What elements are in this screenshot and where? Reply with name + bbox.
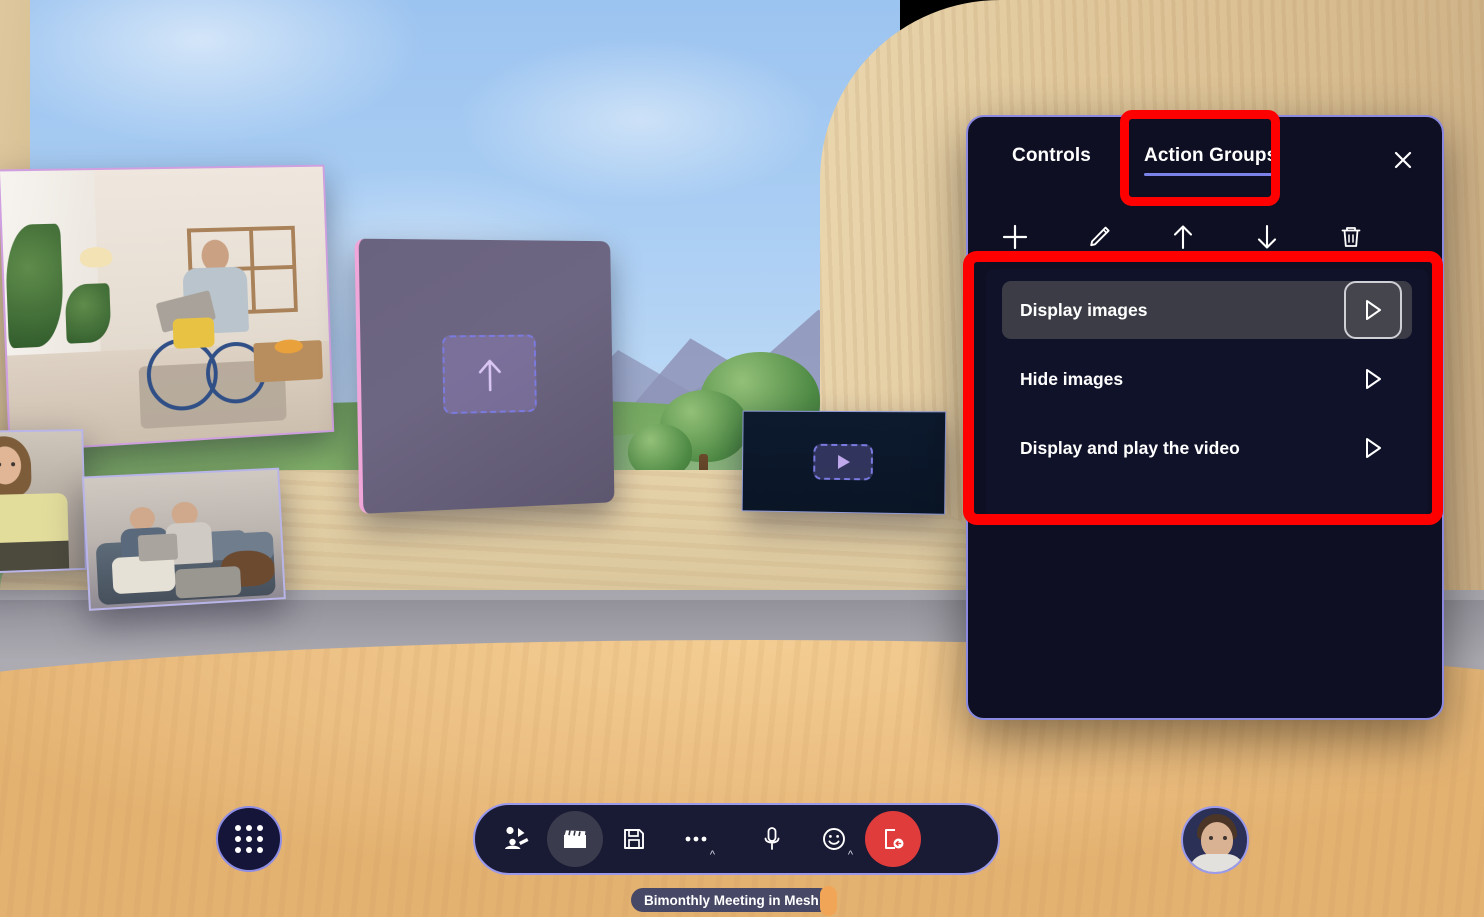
save-button[interactable] <box>603 811 665 867</box>
meeting-title-label: Bimonthly Meeting in Mesh <box>644 892 819 908</box>
clapperboard-icon <box>564 830 586 848</box>
panel-tab-bar: Controls Action Groups <box>968 117 1442 205</box>
tab-action-groups-label: Action Groups <box>1144 145 1278 166</box>
action-groups-list: Display images Hide images Display and p… <box>986 269 1428 517</box>
microphone-button[interactable] <box>741 811 803 867</box>
arrow-down-icon <box>1257 224 1277 249</box>
ellipsis-icon <box>685 836 707 842</box>
tab-controls[interactable]: Controls <box>1012 145 1091 176</box>
arrow-up-icon <box>475 354 505 395</box>
chevron-up-icon: ^ <box>847 849 853 861</box>
play-icon <box>1366 369 1381 389</box>
plus-icon <box>1002 224 1028 250</box>
action-group-label: Hide images <box>1020 368 1124 389</box>
avatar-button[interactable] <box>1181 806 1249 874</box>
photo-content-woman <box>0 431 85 573</box>
leave-door-icon <box>885 829 904 849</box>
action-group-play-button[interactable] <box>1344 281 1402 339</box>
reactions-button[interactable]: ^ <box>803 811 865 867</box>
meeting-status-indicator <box>820 886 837 916</box>
action-group-row[interactable]: Hide images <box>1002 350 1412 408</box>
action-group-row[interactable]: Display and play the video <box>1002 419 1412 477</box>
screen-share-dropzone[interactable] <box>442 334 537 415</box>
photo-content-couch <box>84 469 284 609</box>
action-group-label: Display images <box>1020 299 1148 320</box>
app-launcher-button[interactable] <box>216 806 282 872</box>
avatar-body <box>1189 854 1245 872</box>
move-down-button[interactable] <box>1230 214 1304 260</box>
bottom-toolbar: ^ ^ <box>473 803 1000 875</box>
scene-panel-photo-woman[interactable] <box>0 429 87 575</box>
move-up-button[interactable] <box>1146 214 1220 260</box>
delete-action-group-button[interactable] <box>1314 214 1388 260</box>
scene-panel-screen-share[interactable] <box>354 238 615 514</box>
tab-active-underline <box>1144 173 1278 176</box>
scene-panel-video[interactable] <box>741 410 947 515</box>
clapperboard-button[interactable] <box>547 811 603 867</box>
tab-action-groups[interactable]: Action Groups <box>1144 145 1278 176</box>
microphone-icon <box>764 827 780 850</box>
edit-action-group-button[interactable] <box>1062 214 1136 260</box>
people-share-button[interactable] <box>485 811 547 867</box>
trash-icon <box>1341 227 1361 247</box>
play-icon <box>838 455 849 470</box>
smiley-icon <box>823 828 845 850</box>
avatar-eye <box>1223 836 1227 840</box>
add-action-group-button[interactable] <box>978 214 1052 260</box>
action-group-play-button[interactable] <box>1344 419 1402 477</box>
action-group-label: Display and play the video <box>1020 437 1240 458</box>
scene-panel-photo-wheelchair[interactable] <box>0 164 335 453</box>
close-icon <box>1394 151 1412 169</box>
people-pointer-icon <box>505 826 529 849</box>
play-icon <box>1366 300 1381 320</box>
photo-content-wheelchair <box>0 166 333 451</box>
meeting-title-chip: Bimonthly Meeting in Mesh <box>631 888 832 912</box>
leave-button[interactable] <box>865 811 921 867</box>
avatar-eye <box>1209 836 1213 840</box>
arrow-up-icon <box>1173 225 1193 250</box>
video-dropzone[interactable] <box>812 443 873 481</box>
avatar-face <box>1201 822 1233 858</box>
pencil-icon <box>1090 226 1110 247</box>
action-group-row[interactable]: Display images <box>1002 281 1412 339</box>
play-icon <box>1366 438 1381 458</box>
floppy-disk-icon <box>624 829 644 849</box>
chevron-up-icon: ^ <box>709 849 715 861</box>
action-group-play-button[interactable] <box>1344 350 1402 408</box>
action-groups-toolbar <box>968 207 1442 267</box>
screenshot-root: Controls Action Groups Display images Hi… <box>0 0 1484 917</box>
grid-icon <box>235 825 263 853</box>
tab-controls-label: Controls <box>1012 145 1091 166</box>
controls-panel: Controls Action Groups Display images Hi… <box>966 115 1444 720</box>
scene-panel-photo-couch[interactable] <box>81 467 286 611</box>
close-button[interactable] <box>1386 143 1420 177</box>
more-options-button[interactable]: ^ <box>665 811 727 867</box>
